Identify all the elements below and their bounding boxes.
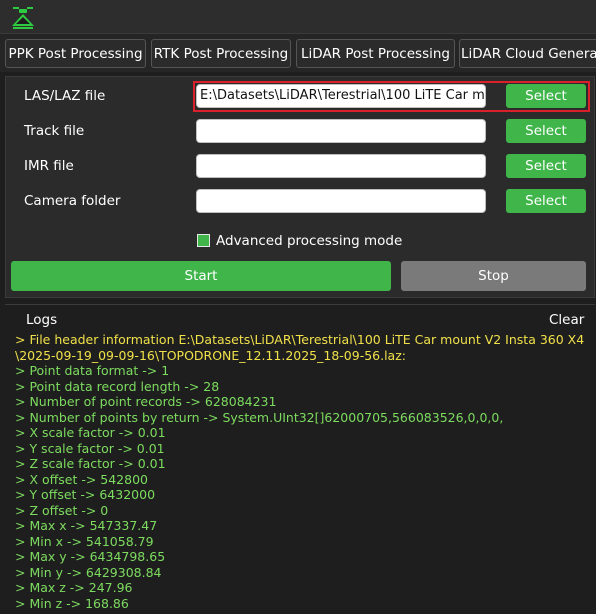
camera-select-button[interactable]: Select: [506, 189, 586, 213]
log-line: > Z scale factor -> 0.01: [15, 456, 166, 471]
log-line: > Number of point records -> 628084231: [15, 394, 277, 409]
tab-bar: PPK Post Processing RTK Post Processing …: [0, 34, 596, 72]
tab-lidar-cloud-generation[interactable]: LiDAR Cloud Generat: [459, 39, 596, 68]
start-button[interactable]: Start: [11, 261, 391, 291]
log-line: > Y offset -> 6432000: [15, 487, 156, 502]
log-line: > Max x -> 547337.47: [15, 518, 158, 533]
las-laz-file-label: LAS/LAZ file: [24, 88, 106, 104]
tab-rtk-post-processing[interactable]: RTK Post Processing: [151, 39, 291, 68]
log-line: > Number of points by return -> System.U…: [15, 409, 504, 425]
log-line: > Z offset -> 0: [15, 502, 109, 518]
advanced-mode-checkbox[interactable]: [197, 234, 210, 247]
log-line: > X scale factor -> 0.01: [15, 425, 166, 440]
track-file-input[interactable]: [196, 119, 486, 143]
imr-file-input[interactable]: [196, 154, 486, 178]
log-line: > Y scale factor -> 0.01: [15, 440, 165, 456]
clear-logs-button[interactable]: Clear: [549, 312, 584, 328]
camera-folder-label: Camera folder: [24, 193, 121, 209]
log-line: > Min z -> 168.86: [15, 595, 129, 611]
log-line: > Min x -> 541058.79: [15, 533, 154, 549]
log-line: > Point data record length -> 28: [15, 378, 220, 394]
tab-ppk-post-processing[interactable]: PPK Post Processing: [5, 39, 146, 68]
log-line: > File header information E:\Datasets\Li…: [15, 332, 585, 347]
log-line: > Max y -> 6434798.65: [15, 549, 166, 564]
camera-folder-input[interactable]: [196, 189, 486, 213]
track-file-label: Track file: [24, 123, 85, 139]
title-bar: [0, 0, 596, 34]
selection-highlight: [193, 81, 590, 112]
log-line: > X offset -> 542800: [15, 471, 148, 487]
log-output: > File header information E:\Datasets\Li…: [15, 332, 590, 611]
logs-panel: Logs Clear > File header information E:\…: [5, 304, 595, 614]
imr-file-label: IMR file: [24, 158, 74, 174]
track-select-button[interactable]: Select: [506, 119, 586, 143]
logs-title: Logs: [26, 312, 58, 328]
advanced-mode-label[interactable]: Advanced processing mode: [216, 231, 402, 251]
log-line: > Point data format -> 1: [15, 363, 170, 378]
log-line: > Min y -> 6429308.84: [15, 564, 162, 580]
tab-lidar-post-processing[interactable]: LiDAR Post Processing: [296, 39, 455, 68]
log-line: > Max z -> 247.96: [15, 580, 133, 595]
log-line: \2025-09-19_09-09-16\TOPODRONE_12.11.202…: [15, 347, 406, 363]
drone-logo-icon: [12, 7, 34, 29]
stop-button[interactable]: Stop: [401, 261, 586, 291]
imr-select-button[interactable]: Select: [506, 154, 586, 178]
